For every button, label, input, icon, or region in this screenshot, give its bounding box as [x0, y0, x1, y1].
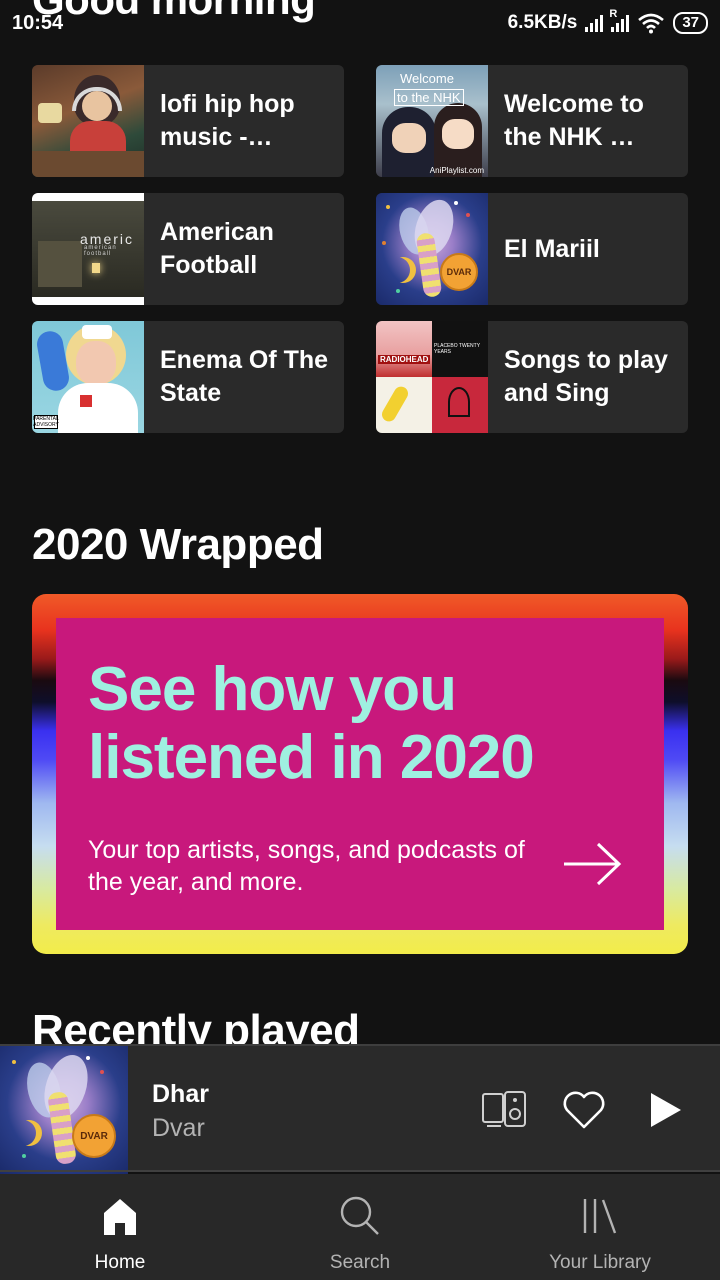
status-time: 10:54: [12, 12, 64, 34]
nav-label: Home: [94, 1252, 146, 1273]
quick-pick-el-mariil[interactable]: DVAR El Mariil: [376, 193, 688, 305]
now-playing-track: Dhar: [152, 1080, 209, 1108]
cover-badge: DVAR: [440, 253, 478, 291]
devices-icon: [482, 1091, 526, 1127]
dvar-cover-art: DVAR: [376, 193, 488, 305]
roaming-indicator: R: [609, 8, 618, 20]
network-speed: 6.5KB/s: [507, 12, 578, 33]
now-playing-artist: Dvar: [152, 1114, 205, 1142]
wrapped-banner-inner: See how you listened in 2020 Your top ar…: [56, 618, 664, 930]
nav-library[interactable]: Your Library: [480, 1174, 720, 1280]
mini-player[interactable]: DVAR Dhar Dvar: [0, 1044, 720, 1174]
playback-progress: [0, 1170, 720, 1172]
home-icon: [104, 1199, 136, 1235]
play-button[interactable]: [642, 1086, 690, 1134]
quick-pick-title: Songs to play and Sing: [504, 346, 668, 407]
now-playing-cover-art: DVAR: [0, 1046, 128, 1174]
cover-text: PLACEBO TWENTY YEARS: [434, 343, 480, 355]
nav-label: Your Library: [549, 1252, 651, 1273]
like-button[interactable]: [560, 1086, 608, 1134]
wrapped-subtitle: Your top artists, songs, and podcasts of…: [88, 836, 525, 896]
cover-text: to the NHK: [394, 89, 464, 106]
quick-picks-grid: lofi hip hop music - beats… Welcome to t…: [32, 65, 688, 433]
cover-text: RADIOHEAD: [378, 355, 431, 364]
lofi-cover-art: [32, 65, 144, 177]
quick-pick-enema-of-the-state[interactable]: PARENTAL ADVISORY Enema Of The State: [32, 321, 344, 433]
bottom-navigation: Home Search Your Library: [0, 1174, 720, 1280]
nav-label: Search: [329, 1252, 391, 1273]
play-icon: [651, 1093, 681, 1127]
search-icon: [340, 1196, 379, 1235]
signal-icon: [585, 14, 604, 32]
devices-button[interactable]: [480, 1086, 528, 1134]
american-football-cover-art: americ american football: [32, 193, 144, 305]
nav-search[interactable]: Search: [240, 1174, 480, 1280]
quick-pick-songs-to-play-and-sing[interactable]: RADIOHEAD PLACEBO TWENTY YEARS Songs to …: [376, 321, 688, 433]
quick-pick-title: American Football: [160, 218, 274, 279]
cover-badge: DVAR: [72, 1114, 116, 1158]
battery-icon: 37: [673, 12, 708, 34]
quick-pick-nhk[interactable]: Welcome to the NHK AniPlaylist.com Welco…: [376, 65, 688, 177]
quick-pick-lofi[interactable]: lofi hip hop music - beats…: [32, 65, 344, 177]
wifi-icon: [638, 13, 665, 34]
quick-pick-title: Enema Of The State: [160, 346, 329, 407]
home-screen: Good morning 10:54 6.5KB/s R 37: [0, 0, 720, 1280]
nav-home[interactable]: Home: [0, 1174, 240, 1280]
wrapped-banner[interactable]: See how you listened in 2020 Your top ar…: [32, 594, 688, 954]
signal-roaming-icon: R: [609, 8, 630, 32]
library-icon: [583, 1199, 617, 1234]
quick-pick-american-football[interactable]: americ american football American Footba…: [32, 193, 344, 305]
status-bar: 10:54 6.5KB/s R 37: [0, 0, 720, 48]
wrapped-headline: See how you listened in 2020: [88, 655, 535, 792]
quick-pick-title: El Mariil: [504, 234, 600, 263]
parental-advisory-label: PARENTAL ADVISORY: [33, 415, 59, 429]
wrapped-section-title: 2020 Wrapped: [32, 520, 324, 569]
quick-pick-title: Welcome to the NHK …: [504, 90, 644, 151]
quick-pick-title: lofi hip hop music - beats…: [160, 90, 295, 151]
arrow-right-icon[interactable]: [562, 840, 624, 888]
playlist-mosaic-cover-art: RADIOHEAD PLACEBO TWENTY YEARS: [376, 321, 488, 433]
status-indicators: 6.5KB/s R 37: [507, 8, 708, 34]
cover-watermark: AniPlaylist.com: [429, 166, 484, 175]
heart-icon: [563, 1091, 605, 1129]
blink-182-cover-art: PARENTAL ADVISORY: [32, 321, 144, 433]
cover-text: Welcome: [400, 71, 454, 86]
cover-subtext: american football: [84, 245, 117, 257]
nhk-cover-art: Welcome to the NHK AniPlaylist.com: [376, 65, 488, 177]
